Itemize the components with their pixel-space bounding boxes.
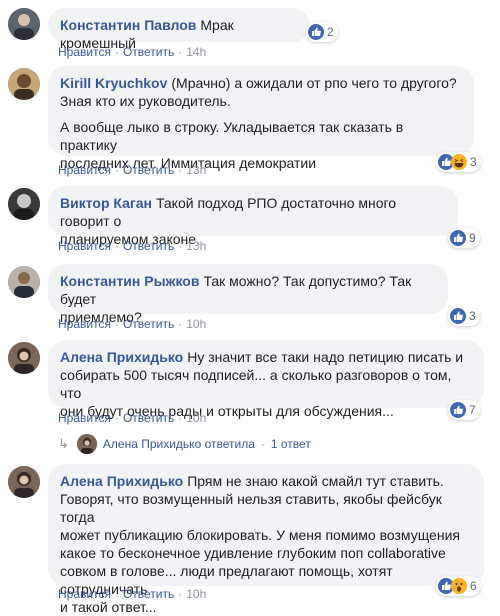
like-reaction-icon — [308, 24, 324, 40]
comment-bubble: Kirill Kryuchkov (Мрачно) а ожидали от рп… — [48, 66, 474, 171]
like-reaction-icon — [450, 308, 466, 324]
avatar[interactable] — [8, 266, 40, 298]
separator: · — [114, 587, 119, 601]
avatar[interactable] — [8, 342, 40, 374]
reply-verb: ответила — [204, 437, 255, 451]
like-link[interactable]: Нравится — [58, 163, 111, 177]
separator: · — [260, 437, 265, 451]
avatar-image — [8, 68, 40, 100]
comment-actions: Нравится · Ответить · 13h — [58, 238, 206, 254]
reply-count: 1 ответ — [270, 437, 311, 451]
reply-author: Алена Прихидько — [102, 437, 202, 451]
separator: · — [114, 411, 119, 425]
separator: · — [178, 163, 183, 177]
like-link[interactable]: Нравится — [58, 411, 111, 425]
comment-bubble: Алена Прихидько Ну значит все таки надо п… — [48, 340, 484, 419]
avatar-image — [8, 466, 40, 498]
reactions-badge[interactable]: 6 — [436, 576, 481, 596]
replies-summary[interactable]: ↳ Алена Прихидько ответила · 1 ответ — [58, 434, 311, 454]
comment-bubble: Виктор Каган Такой подход РПО достаточно … — [48, 186, 458, 247]
comment-actions: Нравится · Ответить · 10h — [58, 410, 206, 426]
comment-author[interactable]: Константин Рыжков — [60, 273, 199, 289]
separator: · — [114, 317, 119, 331]
avatar[interactable] — [8, 68, 40, 100]
timestamp[interactable]: 13h — [186, 239, 206, 253]
avatar-image — [76, 434, 97, 454]
timestamp[interactable]: 10h — [186, 411, 206, 425]
comment-author[interactable]: Алена Прихидько — [60, 349, 183, 365]
comment-author[interactable]: Алена Прихидько — [60, 473, 183, 489]
reply-link[interactable]: Ответить — [123, 239, 174, 253]
separator: · — [178, 587, 183, 601]
wow-reaction-icon — [451, 578, 467, 594]
reaction-count: 6 — [470, 579, 477, 593]
reaction-count: 3 — [470, 155, 477, 169]
separator: · — [178, 45, 183, 59]
comment-actions: Нравится · Ответить · 13h — [58, 162, 206, 178]
avatar-image — [8, 342, 40, 374]
like-link[interactable]: Нравится — [58, 317, 111, 331]
avatar-image — [8, 188, 40, 220]
reactions-badge[interactable]: 3 — [448, 306, 480, 326]
reply-link[interactable]: Ответить — [123, 587, 174, 601]
avatar-image — [8, 8, 40, 40]
timestamp[interactable]: 14h — [186, 45, 206, 59]
comment-bubble: Константин Рыжков Так можно? Так допустим… — [48, 264, 448, 325]
separator: · — [114, 239, 119, 253]
avatar[interactable] — [8, 188, 40, 220]
separator: · — [178, 239, 183, 253]
like-link[interactable]: Нравится — [58, 239, 111, 253]
comment-actions: Нравится · Ответить · 10h — [58, 316, 206, 332]
like-link[interactable]: Нравится — [58, 45, 111, 59]
haha-reaction-icon — [451, 154, 467, 170]
like-reaction-icon — [450, 230, 466, 246]
comment-bubble: Константин Павлов Мрак кромешный — [48, 8, 310, 51]
like-reaction-icon — [450, 402, 466, 418]
reply-link[interactable]: Ответить — [123, 411, 174, 425]
reply-arrow-icon: ↳ — [58, 436, 69, 451]
avatar-image — [8, 266, 40, 298]
reaction-count: 9 — [469, 231, 476, 245]
comment-actions: Нравится · Ответить · 10h — [58, 586, 206, 602]
reaction-count: 7 — [469, 403, 476, 417]
reactions-badge[interactable]: 7 — [448, 400, 480, 420]
timestamp[interactable]: 10h — [186, 587, 206, 601]
timestamp[interactable]: 10h — [186, 317, 206, 331]
reaction-count: 2 — [327, 25, 334, 39]
avatar[interactable] — [8, 466, 40, 498]
comment-author[interactable]: Константин Павлов — [60, 17, 196, 33]
reactions-badge[interactable]: 3 — [436, 152, 481, 172]
like-link[interactable]: Нравится — [58, 587, 111, 601]
reactions-badge[interactable]: 9 — [448, 228, 480, 248]
reply-link[interactable]: Ответить — [123, 163, 174, 177]
reply-link[interactable]: Ответить — [123, 317, 174, 331]
timestamp[interactable]: 13h — [186, 163, 206, 177]
comment-author[interactable]: Виктор Каган — [60, 195, 152, 211]
reactions-badge[interactable]: 2 — [306, 22, 338, 42]
reaction-count: 3 — [469, 309, 476, 323]
separator: · — [178, 317, 183, 331]
separator: · — [114, 163, 119, 177]
separator: · — [114, 45, 119, 59]
comment-bubble: Алена Прихидько Прям не знаю какой смайл … — [48, 464, 484, 615]
separator: · — [178, 411, 183, 425]
reply-link[interactable]: Ответить — [123, 45, 174, 59]
comment-actions: Нравится · Ответить · 14h — [58, 44, 206, 60]
avatar[interactable] — [8, 8, 40, 40]
comment-author[interactable]: Kirill Kryuchkov — [60, 75, 167, 91]
reply-avatar — [76, 434, 97, 454]
